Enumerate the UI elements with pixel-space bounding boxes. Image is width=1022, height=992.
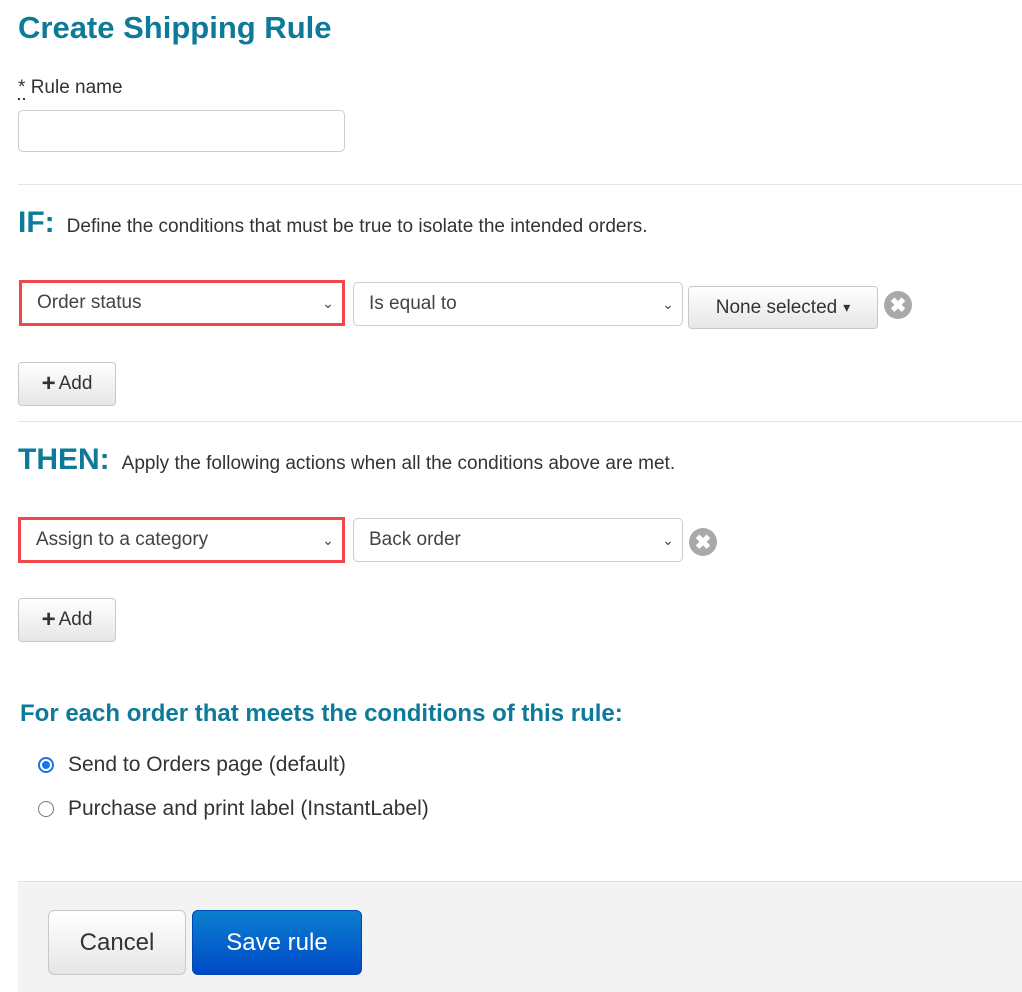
action-value-text: Back order <box>369 529 461 550</box>
radio-purchase-print-label[interactable]: Purchase and print label (InstantLabel) <box>38 797 429 821</box>
chevron-down-icon: ⌄ <box>322 531 334 548</box>
chevron-down-icon: ⌄ <box>662 295 674 312</box>
plus-icon: + <box>41 606 56 633</box>
add-condition-label: Add <box>58 373 93 394</box>
if-keyword: IF: <box>18 206 55 239</box>
radio-button-selected[interactable] <box>38 757 54 773</box>
radio-label: Send to Orders page (default) <box>68 753 346 776</box>
save-rule-button[interactable]: Save rule <box>192 910 362 975</box>
chevron-down-icon: ⌄ <box>662 531 674 548</box>
condition-field-select[interactable]: Order status ⌄ <box>19 280 345 326</box>
radio-label: Purchase and print label (InstantLabel) <box>68 797 429 820</box>
page-title: Create Shipping Rule <box>18 10 332 45</box>
action-type-value: Assign to a category <box>36 529 209 550</box>
add-condition-button[interactable]: + Add <box>18 362 116 406</box>
chevron-down-icon: ⌄ <box>322 294 334 311</box>
rule-name-label: * Rule name <box>18 77 123 100</box>
radio-send-to-orders[interactable]: Send to Orders page (default) <box>38 753 346 777</box>
cancel-button[interactable]: Cancel <box>48 910 186 975</box>
then-description: Apply the following actions when all the… <box>121 453 676 474</box>
condition-operator-value: Is equal to <box>369 293 457 314</box>
remove-condition-icon[interactable]: ✖ <box>884 291 912 319</box>
if-description: Define the conditions that must be true … <box>66 216 648 237</box>
action-value-select[interactable]: Back order ⌄ <box>353 518 683 562</box>
caret-down-icon: ▾ <box>843 299 851 315</box>
then-keyword: THEN: <box>18 443 110 476</box>
condition-value-dropdown[interactable]: None selected ▾ <box>688 286 878 329</box>
plus-icon: + <box>41 370 56 397</box>
then-section-header: THEN: Apply the following actions when al… <box>18 443 675 477</box>
rule-name-input[interactable] <box>18 110 345 152</box>
rule-name-label-text: Rule name <box>30 77 123 98</box>
condition-field-value: Order status <box>37 292 142 313</box>
destination-heading: For each order that meets the conditions… <box>20 700 623 727</box>
divider <box>18 421 1022 422</box>
add-action-button[interactable]: + Add <box>18 598 116 642</box>
remove-action-icon[interactable]: ✖ <box>689 528 717 556</box>
divider <box>18 184 1022 185</box>
required-marker: * <box>18 77 26 100</box>
action-type-select[interactable]: Assign to a category ⌄ <box>18 517 345 563</box>
condition-operator-select[interactable]: Is equal to ⌄ <box>353 282 683 326</box>
condition-value-text: None selected <box>715 296 838 318</box>
add-action-label: Add <box>58 609 93 630</box>
radio-button[interactable] <box>38 801 54 817</box>
if-section-header: IF: Define the conditions that must be tr… <box>18 206 648 240</box>
